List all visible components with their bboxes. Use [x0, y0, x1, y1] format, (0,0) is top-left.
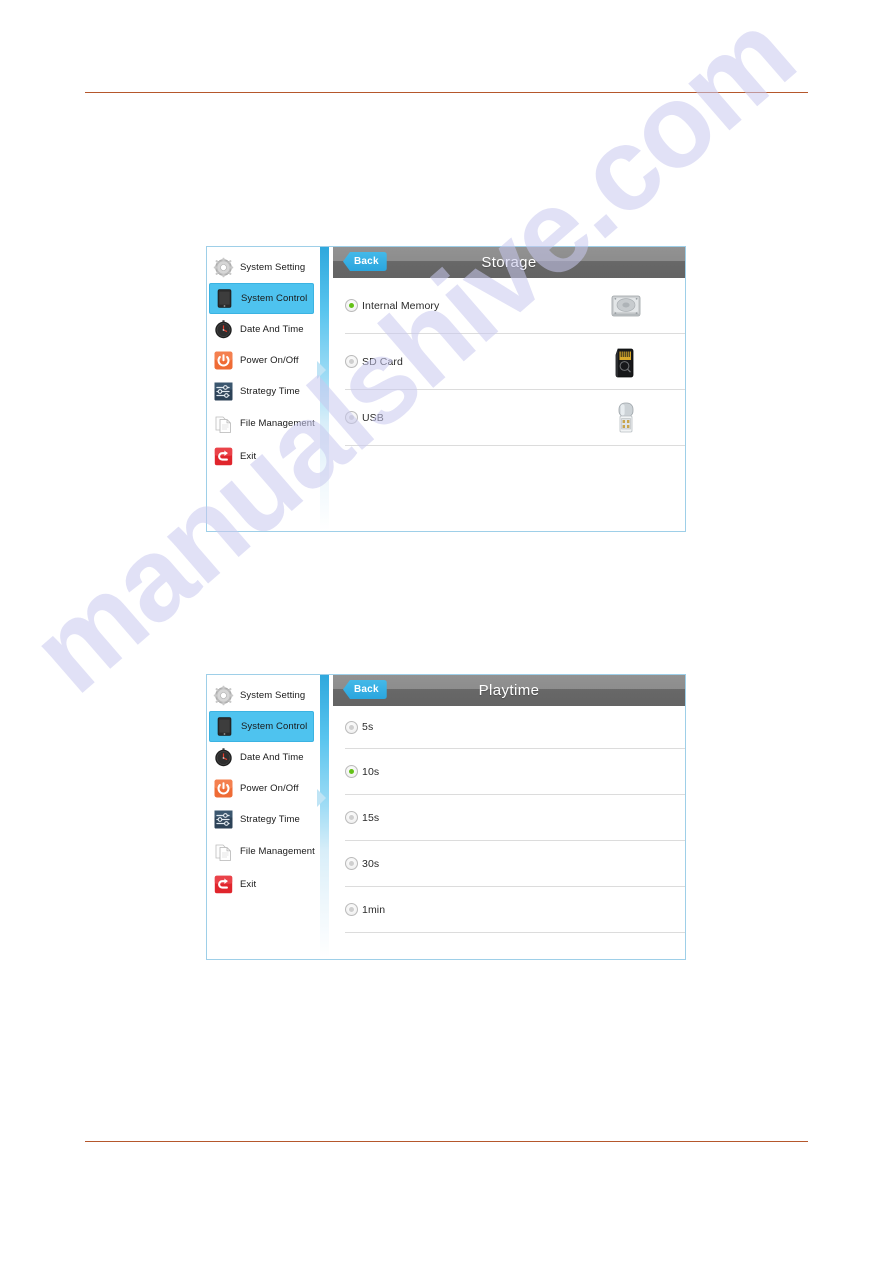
- sidebar-item-file-management[interactable]: File Management: [207, 835, 317, 869]
- gear-icon: [213, 257, 234, 278]
- tablet-icon: [214, 288, 235, 309]
- sidebar-item-label: Exit: [240, 451, 257, 462]
- sidebar-item-label: Power On/Off: [240, 355, 299, 366]
- power-icon: [213, 778, 234, 799]
- file-icon: [213, 842, 234, 863]
- list-item[interactable]: 10s: [345, 749, 685, 795]
- sidebar-item-label: System Setting: [240, 262, 306, 273]
- separator-notch-icon: [317, 788, 326, 807]
- list-item-label: SD Card: [362, 355, 403, 368]
- strategy-icon: [213, 809, 234, 830]
- sidebar-item-power-on-off[interactable]: Power On/Off: [207, 773, 317, 804]
- sidebar-item-system-control[interactable]: System Control: [209, 711, 314, 742]
- usb-drive-icon: [609, 401, 643, 435]
- separator-bar: [320, 675, 329, 959]
- list-item[interactable]: USB: [345, 390, 685, 446]
- radio-1min[interactable]: [345, 903, 358, 916]
- gear-icon: [213, 685, 234, 706]
- panel-separator: [317, 247, 333, 531]
- radio-sd-card[interactable]: [345, 355, 358, 368]
- sidebar-item-label: Power On/Off: [240, 783, 299, 794]
- sidebar-item-label: System Setting: [240, 690, 306, 701]
- list-item[interactable]: SD Card: [345, 334, 685, 390]
- list-item[interactable]: Internal Memory: [345, 278, 685, 334]
- radio-usb[interactable]: [345, 411, 358, 424]
- content-storage: Back Storage Internal Memory SD Card USB: [333, 247, 685, 531]
- list-item[interactable]: 30s: [345, 841, 685, 887]
- radio-internal-memory[interactable]: [345, 299, 358, 312]
- file-icon: [213, 414, 234, 435]
- exit-icon: [213, 446, 234, 467]
- sidebar-item-label: System Control: [241, 293, 308, 304]
- sd-card-icon: [609, 345, 643, 379]
- list-item[interactable]: 1min: [345, 887, 685, 933]
- sidebar-item-label: Date And Time: [240, 752, 304, 763]
- sidebar-item-exit[interactable]: Exit: [207, 441, 317, 472]
- list-item-label: Internal Memory: [362, 299, 440, 312]
- list-item[interactable]: 5s: [345, 706, 685, 749]
- radio-30s[interactable]: [345, 857, 358, 870]
- playtime-option-list: 5s 10s 15s 30s 1min: [333, 706, 685, 959]
- sidebar-item-system-setting[interactable]: System Setting: [207, 252, 317, 283]
- tablet-icon: [214, 716, 235, 737]
- power-icon: [213, 350, 234, 371]
- sidebar-item-exit[interactable]: Exit: [207, 869, 317, 900]
- sidebar-item-label: File Management: [240, 418, 315, 430]
- list-item-label: 10s: [362, 765, 380, 778]
- content-playtime: Back Playtime 5s 10s 15s 30s 1min: [333, 675, 685, 959]
- page-header-rule: [85, 92, 808, 93]
- sidebar-item-strategy-time[interactable]: Strategy Time: [207, 804, 317, 835]
- sidebar-storage: System Setting System Control Date And T…: [207, 247, 317, 531]
- clock-icon: [213, 747, 234, 768]
- separator-bar: [320, 247, 329, 531]
- device-screen-playtime: System Setting System Control Date And T…: [206, 674, 686, 960]
- sidebar-item-strategy-time[interactable]: Strategy Time: [207, 376, 317, 407]
- list-item-label: 15s: [362, 811, 380, 824]
- panel-separator: [317, 675, 333, 959]
- sidebar-item-date-and-time[interactable]: Date And Time: [207, 314, 317, 345]
- sidebar-item-date-and-time[interactable]: Date And Time: [207, 742, 317, 773]
- sidebar-item-power-on-off[interactable]: Power On/Off: [207, 345, 317, 376]
- storage-option-list: Internal Memory SD Card USB: [333, 278, 685, 531]
- separator-notch-icon: [317, 360, 326, 379]
- sidebar-item-system-control[interactable]: System Control: [209, 283, 314, 314]
- radio-5s[interactable]: [345, 720, 358, 734]
- sidebar-item-label: Strategy Time: [240, 386, 300, 397]
- strategy-icon: [213, 381, 234, 402]
- sidebar-item-label: Date And Time: [240, 324, 304, 335]
- sidebar-item-label: Strategy Time: [240, 814, 300, 825]
- titlebar-playtime: Back Playtime: [333, 675, 685, 706]
- sidebar-item-system-setting[interactable]: System Setting: [207, 680, 317, 711]
- list-item-label: 1min: [362, 903, 386, 916]
- sidebar-item-label: Exit: [240, 879, 257, 890]
- hard-drive-icon: [609, 289, 643, 323]
- titlebar-storage: Back Storage: [333, 247, 685, 278]
- sidebar-item-file-management[interactable]: File Management: [207, 407, 317, 441]
- radio-15s[interactable]: [345, 811, 358, 824]
- list-item[interactable]: 15s: [345, 795, 685, 841]
- clock-icon: [213, 319, 234, 340]
- back-button[interactable]: Back: [343, 252, 387, 271]
- radio-10s[interactable]: [345, 765, 358, 778]
- page-footer-rule: [85, 1141, 808, 1142]
- exit-icon: [213, 874, 234, 895]
- back-button[interactable]: Back: [343, 680, 387, 699]
- sidebar-item-label: System Control: [241, 721, 308, 732]
- list-item-label: 30s: [362, 857, 380, 870]
- sidebar-playtime: System Setting System Control Date And T…: [207, 675, 317, 959]
- device-screen-storage: System Setting System Control Date And T…: [206, 246, 686, 532]
- list-item-label: USB: [362, 411, 384, 424]
- list-item-label: 5s: [362, 721, 374, 733]
- sidebar-item-label: File Management: [240, 846, 315, 858]
